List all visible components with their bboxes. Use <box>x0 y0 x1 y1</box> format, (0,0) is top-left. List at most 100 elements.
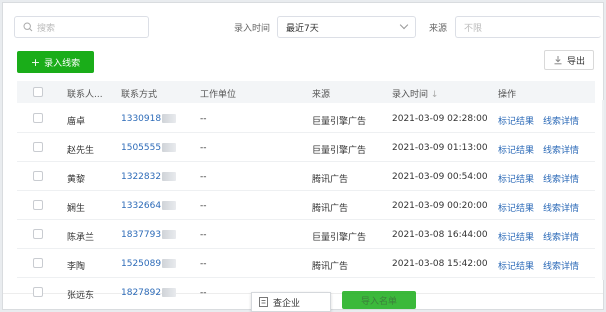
company: -- <box>200 259 207 269</box>
import-list-button[interactable]: 导入名单 <box>342 291 416 309</box>
phone-link[interactable]: 1837793 <box>121 230 177 240</box>
row-checkbox[interactable] <box>33 142 43 152</box>
table-row: 庿卓 1330918 -- 巨量引擎广告 2021-03-09 02:28:00… <box>17 104 595 133</box>
header-company: 工作单位 <box>200 90 237 100</box>
phone-number: 1505555 <box>121 143 162 153</box>
row-checkbox[interactable] <box>33 229 43 239</box>
lead-detail-link[interactable]: 线索详情 <box>543 201 579 214</box>
entry-time: 2021-03-09 00:54:00 <box>392 172 488 182</box>
mark-result-link[interactable]: 标记结果 <box>498 259 534 272</box>
source: 巨量引擎广告 <box>312 233 367 243</box>
entry-time: 2021-03-09 02:28:00 <box>392 114 488 124</box>
header-phone: 联系方式 <box>121 90 158 100</box>
phone-link[interactable]: 1322832 <box>121 172 177 182</box>
contact-name: 陈承兰 <box>67 233 95 243</box>
entry-time: 2021-03-09 01:13:00 <box>392 143 488 153</box>
table-header: 联系人... 联系方式 工作单位 来源 录入时间 ↓ 操作 <box>17 81 595 103</box>
company-lookup-label: 查企业 <box>273 298 301 309</box>
table-row: 李陶 1525089 -- 腾讯广告 2021-03-08 15:42:00 标… <box>17 249 595 278</box>
row-checkbox[interactable] <box>33 287 43 297</box>
row-checkbox[interactable] <box>33 258 43 268</box>
company: -- <box>200 172 207 182</box>
lead-detail-link[interactable]: 线索详情 <box>543 114 579 127</box>
phone-link[interactable]: 1505555 <box>121 143 177 153</box>
header-entry-time[interactable]: 录入时间 ↓ <box>392 87 438 100</box>
source: 巨量引擎广告 <box>312 146 367 156</box>
select-all-checkbox[interactable] <box>33 87 43 97</box>
phone-number: 1827892 <box>121 288 162 298</box>
header-actions: 操作 <box>498 90 517 100</box>
contact-name: 赵先生 <box>67 146 95 156</box>
mark-result-link[interactable]: 标记结果 <box>498 143 534 156</box>
sort-desc-icon: ↓ <box>430 90 439 100</box>
mark-result-link[interactable]: 标记结果 <box>498 114 534 127</box>
masked-digits <box>162 172 177 181</box>
header-entry-time-label: 录入时间 <box>392 90 429 100</box>
phone-number: 1525089 <box>121 259 162 269</box>
header-contact: 联系人... <box>67 90 103 100</box>
export-button[interactable]: 导出 <box>544 50 594 70</box>
lead-detail-link[interactable]: 线索详情 <box>543 172 579 185</box>
import-list-label: 导入名单 <box>360 296 397 307</box>
header-source: 来源 <box>312 90 331 100</box>
row-checkbox[interactable] <box>33 200 43 210</box>
source-select[interactable]: 不限 <box>455 16 601 38</box>
source-label: 来源 <box>429 24 448 34</box>
entry-time-value: 最近7天 <box>286 23 319 34</box>
contact-name: 黄黎 <box>67 175 86 185</box>
table-row: 陈承兰 1837793 -- 巨量引擎广告 2021-03-08 16:44:0… <box>17 220 595 249</box>
entry-time-label: 录入时间 <box>234 24 271 34</box>
search-icon <box>23 22 33 32</box>
document-icon <box>259 297 268 307</box>
lead-detail-link[interactable]: 线索详情 <box>543 230 579 243</box>
add-lead-button[interactable]: + 录入线索 <box>17 51 94 73</box>
masked-digits <box>162 259 177 268</box>
company: -- <box>200 230 207 240</box>
table-row: 赵先生 1505555 -- 巨量引擎广告 2021-03-09 01:13:0… <box>17 133 595 162</box>
phone-link[interactable]: 1330918 <box>121 114 177 124</box>
mark-result-link[interactable]: 标记结果 <box>498 201 534 214</box>
phone-number: 1322832 <box>121 172 162 182</box>
company: -- <box>200 201 207 211</box>
entry-time-select[interactable]: 最近7天 <box>277 16 416 38</box>
phone-number: 1332664 <box>121 201 162 211</box>
lead-detail-link[interactable]: 线索详情 <box>543 143 579 156</box>
row-checkbox[interactable] <box>33 171 43 181</box>
masked-digits <box>162 288 177 297</box>
source: 腾讯广告 <box>312 204 349 214</box>
contact-name: 娴生 <box>67 204 86 214</box>
source: 腾讯广告 <box>312 175 349 185</box>
chevron-down-icon <box>399 20 409 30</box>
contact-name: 李陶 <box>67 262 86 272</box>
phone-number: 1837793 <box>121 230 162 240</box>
export-label: 导出 <box>566 56 585 67</box>
search-input[interactable]: 搜索 <box>14 16 149 38</box>
source-placeholder: 不限 <box>464 23 483 34</box>
entry-time: 2021-03-08 16:44:00 <box>392 230 488 240</box>
masked-digits <box>162 143 177 152</box>
scrollbar-track[interactable] <box>602 100 604 280</box>
masked-digits <box>162 230 177 239</box>
company: -- <box>200 143 207 153</box>
mark-result-link[interactable]: 标记结果 <box>498 230 534 243</box>
table-row: 黄黎 1322832 -- 腾讯广告 2021-03-09 00:54:00 标… <box>17 162 595 191</box>
lead-detail-link[interactable]: 线索详情 <box>543 259 579 272</box>
entry-time: 2021-03-08 15:42:00 <box>392 259 488 269</box>
masked-digits <box>162 114 177 123</box>
table-row: 娴生 1332664 -- 腾讯广告 2021-03-09 00:20:00 标… <box>17 191 595 220</box>
company: -- <box>200 288 207 298</box>
phone-link[interactable]: 1525089 <box>121 259 177 269</box>
phone-number: 1330918 <box>121 114 162 124</box>
company: -- <box>200 114 207 124</box>
row-checkbox[interactable] <box>33 113 43 123</box>
phone-link[interactable]: 1332664 <box>121 201 177 211</box>
masked-digits <box>162 201 177 210</box>
phone-link[interactable]: 1827892 <box>121 288 177 298</box>
source: 腾讯广告 <box>312 262 349 272</box>
add-lead-label: 录入线索 <box>44 58 81 69</box>
search-placeholder: 搜索 <box>37 23 56 34</box>
entry-time: 2021-03-09 00:20:00 <box>392 201 488 211</box>
company-lookup-popup[interactable]: 查企业 <box>251 292 331 312</box>
contact-name: 庿卓 <box>67 117 86 127</box>
mark-result-link[interactable]: 标记结果 <box>498 172 534 185</box>
